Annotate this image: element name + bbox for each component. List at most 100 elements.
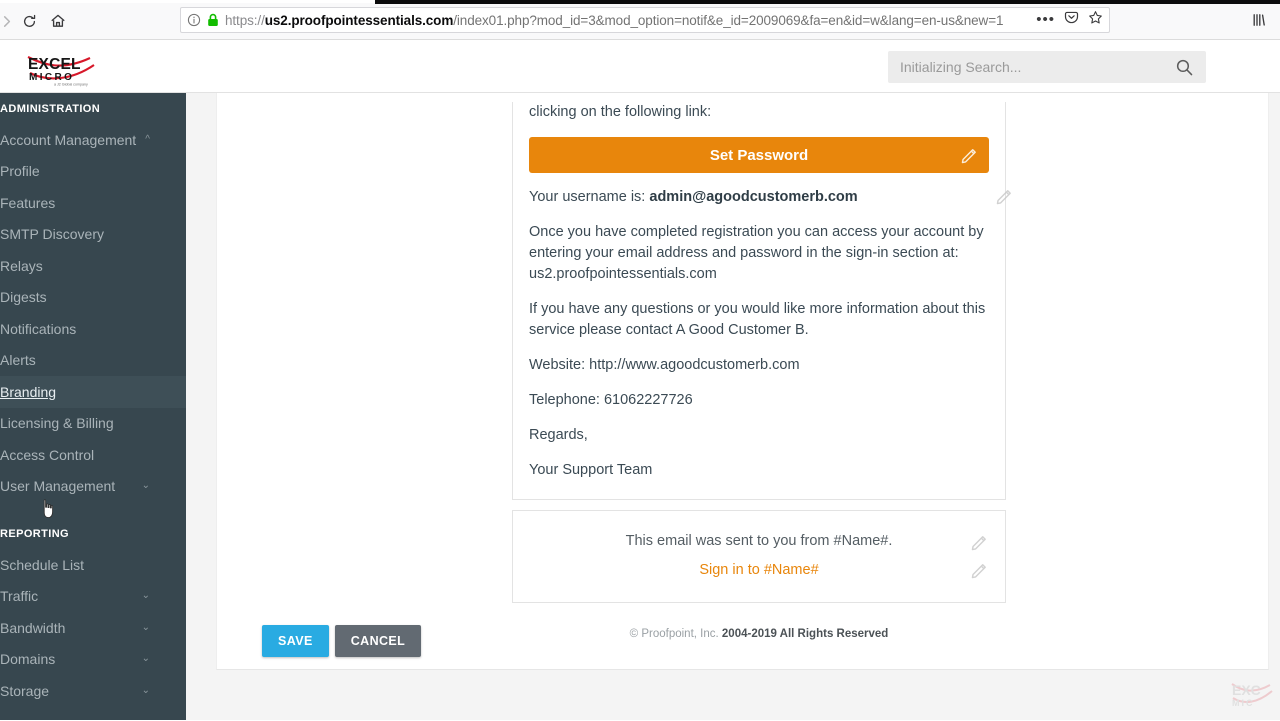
sidebar-item-label: Digests <box>0 289 47 306</box>
pocket-icon[interactable] <box>1064 10 1079 30</box>
svg-text:MIC: MIC <box>1232 698 1255 708</box>
sidebar-item-access-control[interactable]: Access Control <box>0 439 186 471</box>
sidebar-section-title: REPORTING <box>0 528 69 540</box>
urlbar-actions: ••• <box>1036 10 1103 30</box>
set-password-button[interactable]: Set Password <box>529 137 989 173</box>
sidebar-item-label: Account Management <box>0 131 137 148</box>
address-bar[interactable]: https://us2.proofpointessentials.com/ind… <box>180 7 1110 33</box>
sidebar-item-storage[interactable]: Storage ⌄ <box>0 675 186 707</box>
sidebar-item-label: Bandwidth <box>0 619 66 636</box>
content-card: clicking on the following link: Set Pass… <box>216 93 1269 670</box>
pencil-edit-icon[interactable] <box>970 561 989 580</box>
sidebar-item-label: Branding <box>0 383 57 400</box>
sidebar-item-traffic[interactable]: Traffic ⌄ <box>0 581 186 613</box>
sidebar-item-profile[interactable]: Profile <box>0 156 186 188</box>
chevron-down-icon[interactable]: ⌄ <box>142 685 150 696</box>
sidebar-list: ADMINISTRATION Account Management ^ Profile… <box>0 93 186 707</box>
pencil-edit-icon[interactable] <box>970 533 989 552</box>
svg-text:MICRO: MICRO <box>29 72 74 83</box>
page-body: clicking on the following link: Set Pass… <box>186 93 1280 720</box>
sidebar-item-label: Traffic <box>0 588 39 605</box>
username-label: Your username is: <box>529 189 646 205</box>
sidebar-item-licensing-billing[interactable]: Licensing & Billing <box>0 408 186 440</box>
sidebar-item-user-management[interactable]: User Management ⌄ <box>0 471 186 503</box>
sidebar-item-features[interactable]: Features <box>0 187 186 219</box>
copyright-years: 2004-2019 All Rights Reserved <box>721 628 889 640</box>
email-regards-line: Regards, <box>529 427 588 443</box>
url-text: https://us2.proofpointessentials.com/ind… <box>225 13 1030 28</box>
sidebar-item-domains[interactable]: Domains ⌄ <box>0 644 186 676</box>
email-telephone-line: Telephone: 61062227726 <box>529 392 693 408</box>
search-icon[interactable] <box>1175 58 1194 77</box>
url-host: proofpointessentials.com <box>291 12 454 28</box>
sidebar-item-label: Licensing & Billing <box>0 415 114 432</box>
username-value: admin@agoodcustomerb.com <box>649 189 858 205</box>
sidebar-item-label: Profile <box>0 163 40 180</box>
sidebar-item-schedule-list[interactable]: Schedule List <box>0 549 186 581</box>
email-footer-box: This email was sent to you from #Name#. … <box>512 510 1006 603</box>
email-sent-from-text: This email was sent to you from #Name#. <box>625 533 893 549</box>
sidebar-item-label: Notifications <box>0 320 77 337</box>
browser-chrome: https://us2.proofpointessentials.com/ind… <box>0 0 1280 40</box>
library-icon[interactable] <box>1251 12 1267 33</box>
email-website-line: Website: http://www.agoodcustomerb.com <box>529 357 800 373</box>
page-actions-icon[interactable]: ••• <box>1036 12 1055 27</box>
email-signin-link[interactable]: Sign in to #Name# <box>529 562 989 578</box>
sidebar-navigation[interactable]: ADMINISTRATION Account Management ^ Profile… <box>0 93 186 720</box>
email-body-box: clicking on the following link: Set Pass… <box>512 102 1011 500</box>
sidebar-item-relays[interactable]: Relays <box>0 250 186 282</box>
cancel-button[interactable]: CANCEL <box>334 625 422 657</box>
sidebar-item-notifications[interactable]: Notifications <box>0 313 186 345</box>
save-button[interactable]: SAVE <box>262 625 329 657</box>
pencil-edit-icon[interactable] <box>960 146 979 165</box>
sidebar-item-branding[interactable]: Branding <box>0 376 186 408</box>
chevron-down-icon[interactable]: ⌄ <box>142 591 150 601</box>
url-scheme: https:// <box>225 12 265 28</box>
url-path: /index01.php?mod_id=3&mod_option=notif&e… <box>453 12 1004 28</box>
chevron-down-icon[interactable]: ⌄ <box>142 622 150 633</box>
tabstrip-light-area <box>0 0 375 3</box>
excel-micro-watermark: EXC MIC <box>1230 676 1276 716</box>
home-icon[interactable] <box>45 8 71 34</box>
sidebar-item-label: Relays <box>0 257 43 274</box>
excel-micro-logo: EXCEL MICRO a J2 Global company <box>22 49 122 87</box>
sidebar-item-label: Domains <box>0 651 56 668</box>
url-host-prefix: us2. <box>264 12 292 28</box>
chevron-down-icon[interactable]: ⌄ <box>142 481 150 491</box>
copyright-prefix: © Proofpoint, Inc. <box>629 628 719 640</box>
svg-text:a J2 Global company: a J2 Global company <box>54 83 88 87</box>
pencil-edit-icon[interactable] <box>995 187 1014 206</box>
sidebar-section-title: ADMINISTRATION <box>0 103 101 115</box>
app-header: EXCEL MICRO a J2 Global company <box>0 40 1280 118</box>
site-info-icon[interactable] <box>187 13 201 27</box>
chevron-down-icon[interactable]: ⌄ <box>142 654 150 664</box>
email-access-paragraph: Once you have completed registration you… <box>529 224 984 282</box>
email-intro-line: clicking on the following link: <box>529 104 712 120</box>
sidebar-item-label: SMTP Discovery <box>0 226 104 243</box>
sidebar-item-label: Features <box>0 194 56 211</box>
svg-text:EXCEL: EXCEL <box>28 56 81 73</box>
ssl-lock-icon[interactable] <box>207 13 219 27</box>
bookmark-star-icon[interactable] <box>1088 10 1103 30</box>
form-action-bar: SAVE CANCEL <box>262 625 422 657</box>
search-input[interactable] <box>900 59 1175 75</box>
email-questions-paragraph: If you have any questions or you would l… <box>529 301 986 338</box>
sidebar-item-account-management[interactable]: Account Management ^ <box>0 124 186 156</box>
tabstrip-dark-area <box>375 0 1280 4</box>
email-username-line: Your username is: admin@agoodcustomerb.c… <box>529 187 1011 208</box>
reload-icon[interactable] <box>16 8 42 34</box>
copyright-notice: © Proofpoint, Inc. 2004-2019 All Rights … <box>512 628 1006 640</box>
sidebar-item-label: Schedule List <box>0 556 85 573</box>
sidebar-item-bandwidth[interactable]: Bandwidth ⌄ <box>0 612 186 644</box>
sidebar-item-label: Alerts <box>0 352 36 369</box>
sidebar-item-label: Access Control <box>0 446 95 463</box>
mouse-cursor-pointer <box>40 499 56 519</box>
sidebar-item-digests[interactable]: Digests <box>0 282 186 314</box>
sidebar-item-label: Storage <box>0 682 50 699</box>
search-box[interactable] <box>888 51 1206 83</box>
sidebar-item-label: User Management <box>0 478 116 495</box>
sidebar-item-alerts[interactable]: Alerts <box>0 345 186 377</box>
email-signature-line: Your Support Team <box>529 462 653 478</box>
chevron-up-icon[interactable]: ^ <box>145 134 150 145</box>
sidebar-item-smtp-discovery[interactable]: SMTP Discovery <box>0 219 186 251</box>
